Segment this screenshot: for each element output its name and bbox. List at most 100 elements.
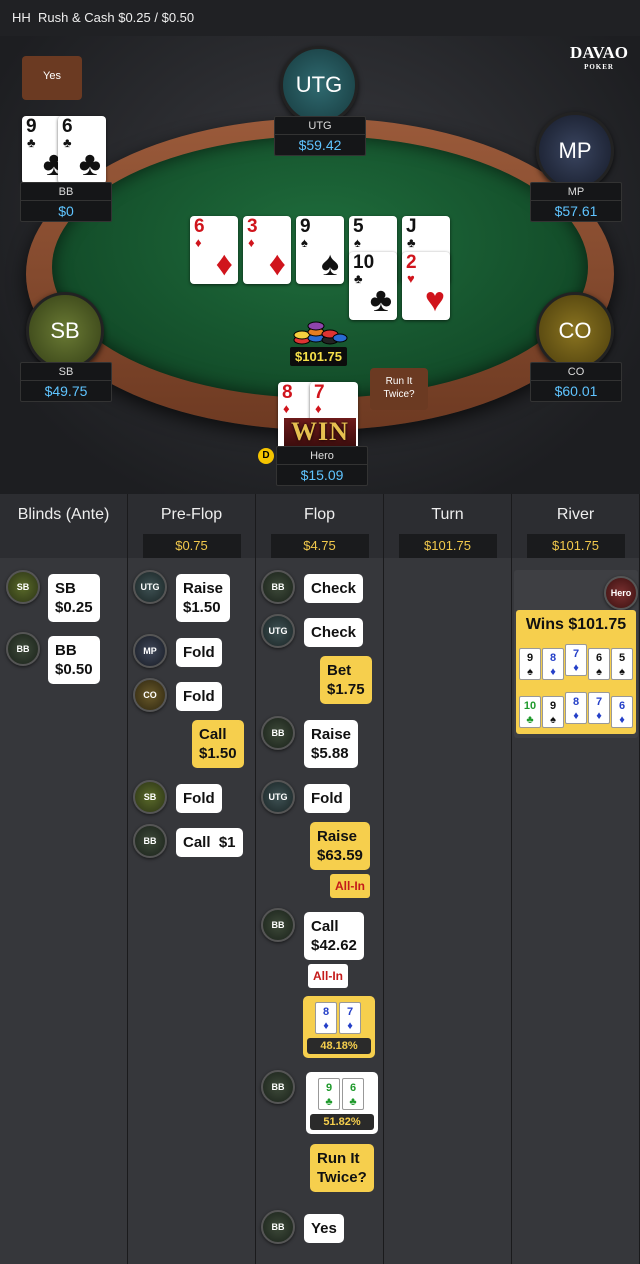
player-badge: BB <box>6 632 40 666</box>
mini-card-rank: 9 <box>325 1082 333 1094</box>
action-bubble: Fold <box>176 638 222 667</box>
mini-card-rank: 5 <box>618 652 626 664</box>
wins-box: Wins $101.75 9 ♠ 8 ♦ 7 ♦ 6 ♠ 5 ♠ 10 ♣ 9 ♠ 8 ♦ 7 ♦ 6 ♦ <box>516 610 636 734</box>
mini-card-suit-icon: ♦ <box>550 666 556 678</box>
seat-mp-plate: MP $57.61 <box>530 182 622 222</box>
action-bubble: Bet $1.75 <box>320 656 372 704</box>
column-title: River <box>556 506 595 523</box>
player-badge: BB <box>261 716 295 750</box>
seat-utg-avatar[interactable]: UTG <box>280 46 358 124</box>
mini-card-suit-icon: ♠ <box>596 666 602 678</box>
seat-mp-avatar[interactable]: MP <box>536 112 614 190</box>
seat-co-avatar[interactable]: CO <box>536 292 614 370</box>
seat-name: MP <box>531 183 621 201</box>
column-pot: $0.75 <box>142 534 241 558</box>
action-bubble: Run It Twice? <box>310 1144 374 1192</box>
seat-stack: $60.01 <box>554 383 598 399</box>
seat-hero-plate: Hero $15.09 <box>276 446 368 486</box>
hh-label: HH <box>12 10 31 25</box>
mini-card: 7 ♦ <box>339 1002 361 1034</box>
mini-card-rank: 7 <box>346 1006 354 1018</box>
column-pot: $101.75 <box>398 534 497 558</box>
all-in-tag: All-In <box>308 964 348 988</box>
column-title: Pre-Flop <box>160 506 223 523</box>
mini-card: 5 ♠ <box>611 648 633 680</box>
mini-card: 6 ♣ <box>342 1078 364 1110</box>
playing-card: 6 ♣ ♣ <box>58 116 106 184</box>
seat-utg-plate: UTG $59.42 <box>274 116 366 156</box>
mini-card: 10 ♣ <box>519 696 541 728</box>
action-bubble: Check <box>304 618 364 647</box>
bb-yes-bubble: Yes <box>22 56 82 100</box>
hero-equity-bubble: 8 ♦ 7 ♦ 48.18% <box>303 996 375 1058</box>
history-column-header: River $101.75 <box>512 494 640 558</box>
action-bubble: Check <box>304 574 364 603</box>
card-suit-icon: ♥ <box>407 271 415 286</box>
seat-stack: $57.61 <box>554 203 598 219</box>
mini-card-suit-icon: ♠ <box>550 714 556 726</box>
mini-card: 6 ♦ <box>611 696 633 728</box>
poker-table-area: DAVAO POKER UTG UTG $59.42 MP MP $57.61 CO … <box>0 36 640 494</box>
card-suit-icon: ♦ <box>215 245 233 283</box>
card-suit-icon: ♣ <box>27 135 36 150</box>
action-bubble: Fold <box>176 682 222 711</box>
mini-card-rank: 8 <box>322 1006 330 1018</box>
card-suit-icon: ♣ <box>63 135 72 150</box>
card-suit-icon: ♦ <box>195 235 202 250</box>
column-pot: $101.75 <box>526 534 625 558</box>
history-column-body <box>384 558 512 1264</box>
card-suit-icon: ♣ <box>369 281 392 319</box>
seat-name: SB <box>21 363 111 381</box>
mini-card-suit-icon: ♣ <box>526 714 534 726</box>
seat-bb-plate: BB $0 <box>20 182 112 222</box>
mini-card-suit-icon: ♦ <box>573 710 579 722</box>
mini-card: 8 ♦ <box>565 692 587 724</box>
column-title: Flop <box>303 506 336 523</box>
mini-card-suit-icon: ♦ <box>596 710 602 722</box>
mini-card-rank: 7 <box>572 648 580 660</box>
mini-card: 8 ♦ <box>315 1002 337 1034</box>
mini-card-rank: 6 <box>595 652 603 664</box>
mini-card-rank: 7 <box>595 696 603 708</box>
action-bubble: SB $0.25 <box>48 574 100 622</box>
card-suit-icon: ♣ <box>407 235 416 250</box>
player-badge: CO <box>133 678 167 712</box>
action-bubble: Call $1.50 <box>192 720 244 768</box>
playing-card: 2 ♥ ♥ <box>402 252 450 320</box>
playing-card: 9 ♠ ♠ <box>296 216 344 284</box>
action-bubble: Raise $1.50 <box>176 574 231 622</box>
history-column-header: Flop $4.75 <box>256 494 384 558</box>
mini-card-rank: 9 <box>549 700 557 712</box>
mini-card: 9 ♠ <box>542 696 564 728</box>
wins-label: Wins $101.75 <box>525 616 627 633</box>
seat-sb-avatar[interactable]: SB <box>26 292 104 370</box>
win-banner: WIN <box>284 418 356 446</box>
seat-stack: $59.42 <box>298 137 342 153</box>
hero-run-it-twice-bubble: Run It Twice? <box>370 368 428 410</box>
game-title: Rush & Cash $0.25 / $0.50 <box>38 10 195 25</box>
card-suit-icon: ♦ <box>315 401 322 416</box>
player-badge: BB <box>261 908 295 942</box>
action-bubble: Call $42.62 <box>304 912 364 960</box>
card-suit-icon: ♦ <box>268 245 286 283</box>
player-badge: BB <box>261 1210 295 1244</box>
seat-name: BB <box>21 183 111 201</box>
player-badge: UTG <box>261 614 295 648</box>
column-title: Blinds (Ante) <box>17 506 110 523</box>
card-suit-icon: ♣ <box>354 271 363 286</box>
action-bubble: BB $0.50 <box>48 636 100 684</box>
mini-card-suit-icon: ♣ <box>325 1096 333 1108</box>
mini-card: 6 ♠ <box>588 648 610 680</box>
equity-value: 48.18% <box>307 1038 371 1054</box>
seat-stack: $49.75 <box>44 383 88 399</box>
card-suit-icon: ♣ <box>78 145 101 183</box>
history-column-header: Blinds (Ante) <box>0 494 128 558</box>
action-bubble: Raise $63.59 <box>310 822 370 870</box>
card-suit-icon: ♠ <box>320 245 339 283</box>
seat-co-plate: CO $60.01 <box>530 362 622 402</box>
mini-card: 7 ♦ <box>565 644 587 676</box>
mini-card: 7 ♦ <box>588 692 610 724</box>
history-column-header: Pre-Flop $0.75 <box>128 494 256 558</box>
player-badge: UTG <box>133 570 167 604</box>
card-suit-icon: ♠ <box>301 235 308 250</box>
